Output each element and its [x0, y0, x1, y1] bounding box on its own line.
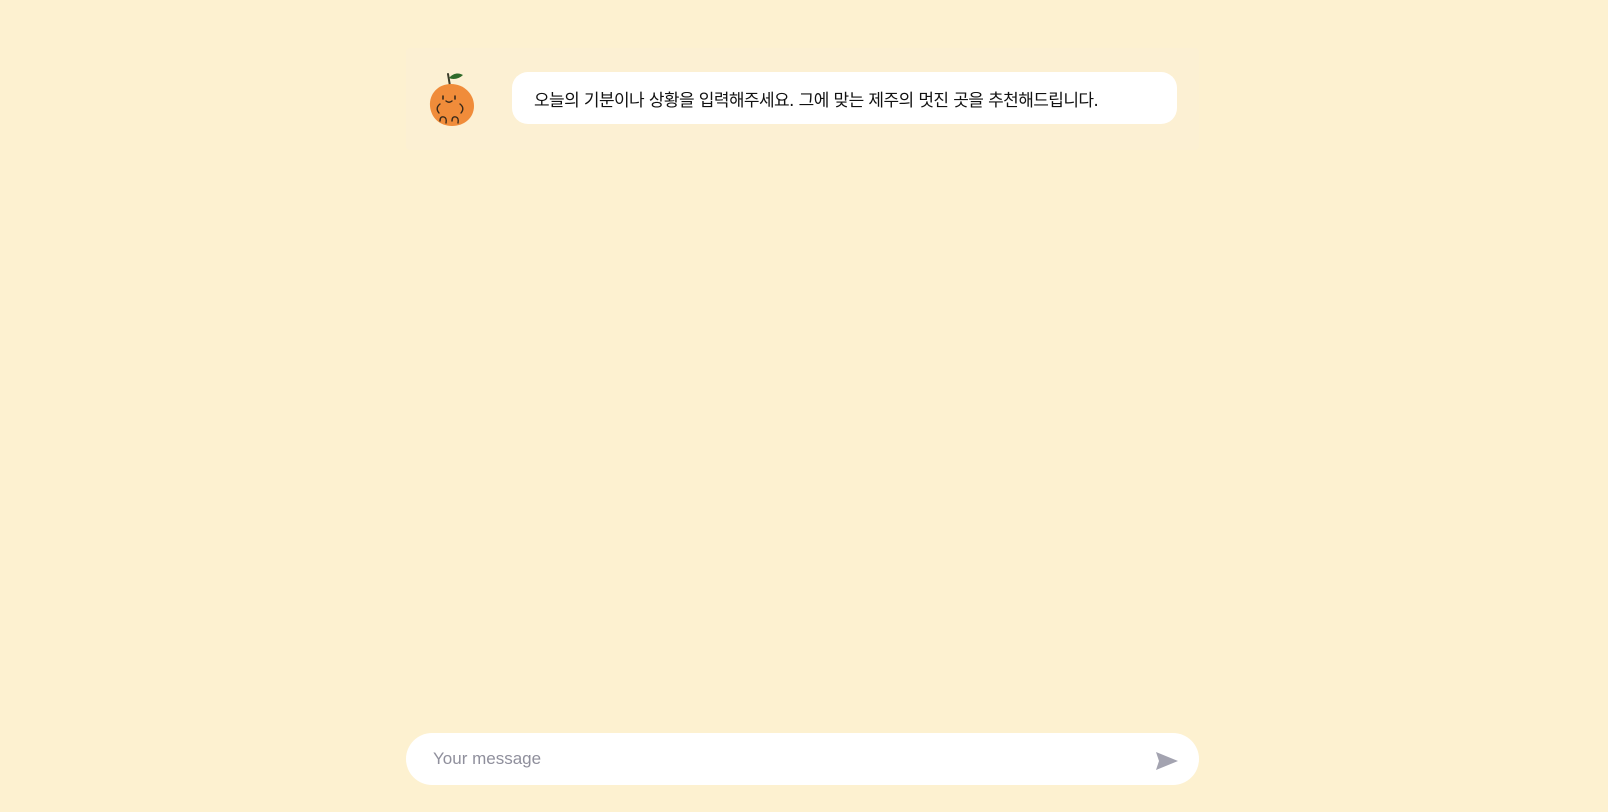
- message-input[interactable]: [406, 733, 1145, 785]
- chat-app: 오늘의 기분이나 상황을 입력해주세요. 그에 맞는 제주의 멋진 곳을 추천해…: [0, 0, 1608, 812]
- send-button[interactable]: [1145, 740, 1189, 784]
- message-text: 오늘의 기분이나 상황을 입력해주세요. 그에 맞는 제주의 멋진 곳을 추천해…: [534, 90, 1099, 111]
- message-composer: [406, 733, 1199, 785]
- chat-column: 오늘의 기분이나 상황을 입력해주세요. 그에 맞는 제주의 멋진 곳을 추천해…: [406, 0, 1199, 812]
- send-icon: [1155, 751, 1179, 774]
- bot-message: 오늘의 기분이나 상황을 입력해주세요. 그에 맞는 제주의 멋진 곳을 추천해…: [406, 48, 1199, 150]
- tangerine-mascot-icon: [426, 66, 478, 130]
- message-bubble: 오늘의 기분이나 상황을 입력해주세요. 그에 맞는 제주의 멋진 곳을 추천해…: [512, 72, 1177, 124]
